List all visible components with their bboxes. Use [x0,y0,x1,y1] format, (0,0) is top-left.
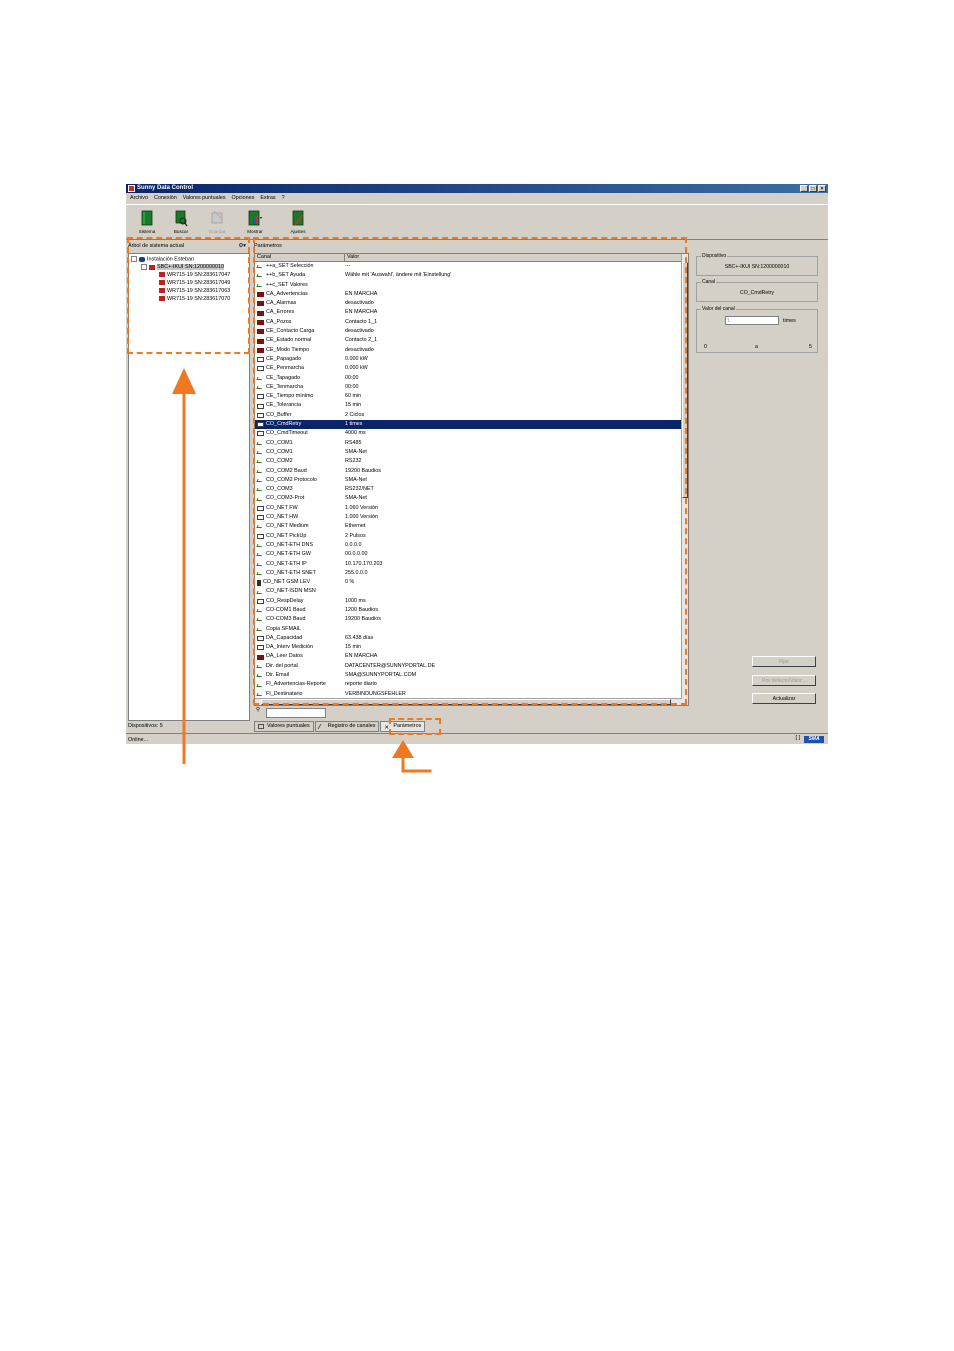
channel-value: CO_CmdRetry [739,290,774,296]
value-unit: times [783,318,796,324]
search-input[interactable] [266,708,326,718]
save-icon [211,210,223,224]
ajustes-button[interactable]: Ajustes [281,209,315,239]
menu-conexion[interactable]: Conexión [154,194,177,203]
channel-group: Canal CO_CmdRetry [696,279,818,302]
status-bracket-icon: [ ] [795,735,801,741]
maximize-button[interactable]: □ [809,185,817,192]
menu-help[interactable]: ? [282,194,285,203]
channel-detail-panel: Dispositivo SBC+-IKUI SN:1200000010 Cana… [696,241,820,719]
set-button[interactable]: Fijar [752,656,816,667]
tab-valores-puntuales[interactable]: Valores puntuales [254,721,314,732]
grid-icon [258,724,264,729]
minimize-button[interactable]: _ [800,185,808,192]
menu-bar: Archivo Conexión Valores puntuales Opcio… [126,194,828,203]
range-min: 0 [704,344,707,350]
mostrar-button[interactable]: Mostrar [238,209,272,239]
menu-extras[interactable]: Extras [260,194,275,203]
device-value: SBC+-IKUI SN:1200000010 [724,264,790,270]
device-count: Dispositivos: 5 [128,723,163,729]
search-book-icon [175,210,188,227]
status-bar: Online... [ ] SMA [126,733,828,744]
search-icon: ⚲ [256,707,260,713]
tab-highlight-frame [389,718,441,735]
menu-valores-puntuales[interactable]: Valores puntuales [183,194,226,203]
pencil-icon [317,724,327,729]
menu-opciones[interactable]: Opciones [232,194,255,203]
chart-book-icon [248,210,262,226]
toolbar: Sistema Buscar Guardar Mostrar Ajustes [126,204,828,240]
sma-logo: SMA [804,736,824,743]
guardar-button[interactable]: Guardar [200,209,234,239]
close-button[interactable]: × [818,185,826,192]
tab-registro-canales[interactable]: Registro de canales [314,721,380,732]
app-icon [128,185,135,192]
menu-archivo[interactable]: Archivo [130,194,148,203]
title-bar: Sunny Data Control _ □ × [126,184,828,193]
range-max: 5 [809,344,812,350]
device-group: Dispositivo SBC+-IKUI SN:1200000010 [696,253,818,276]
channel-value-input[interactable] [725,316,779,325]
default-value-button[interactable]: Por defecto/Valor... [752,675,816,686]
window-title: Sunny Data Control [137,185,194,191]
up-arrow-icon [172,368,196,764]
parameters-highlight-frame [253,237,687,705]
settings-book-icon [292,210,304,226]
channel-value-group: Valor del canal times 0 a 5 [696,306,818,353]
sistema-button[interactable]: Sistema [130,209,164,239]
range-mid: a [755,344,758,350]
tree-highlight-frame [127,237,250,354]
book-icon [141,210,153,226]
buscar-button[interactable]: Buscar [164,209,198,239]
up-arrow-icon [392,740,432,773]
update-button[interactable]: Actualizar [752,693,816,704]
status-text: Online... [128,737,149,743]
